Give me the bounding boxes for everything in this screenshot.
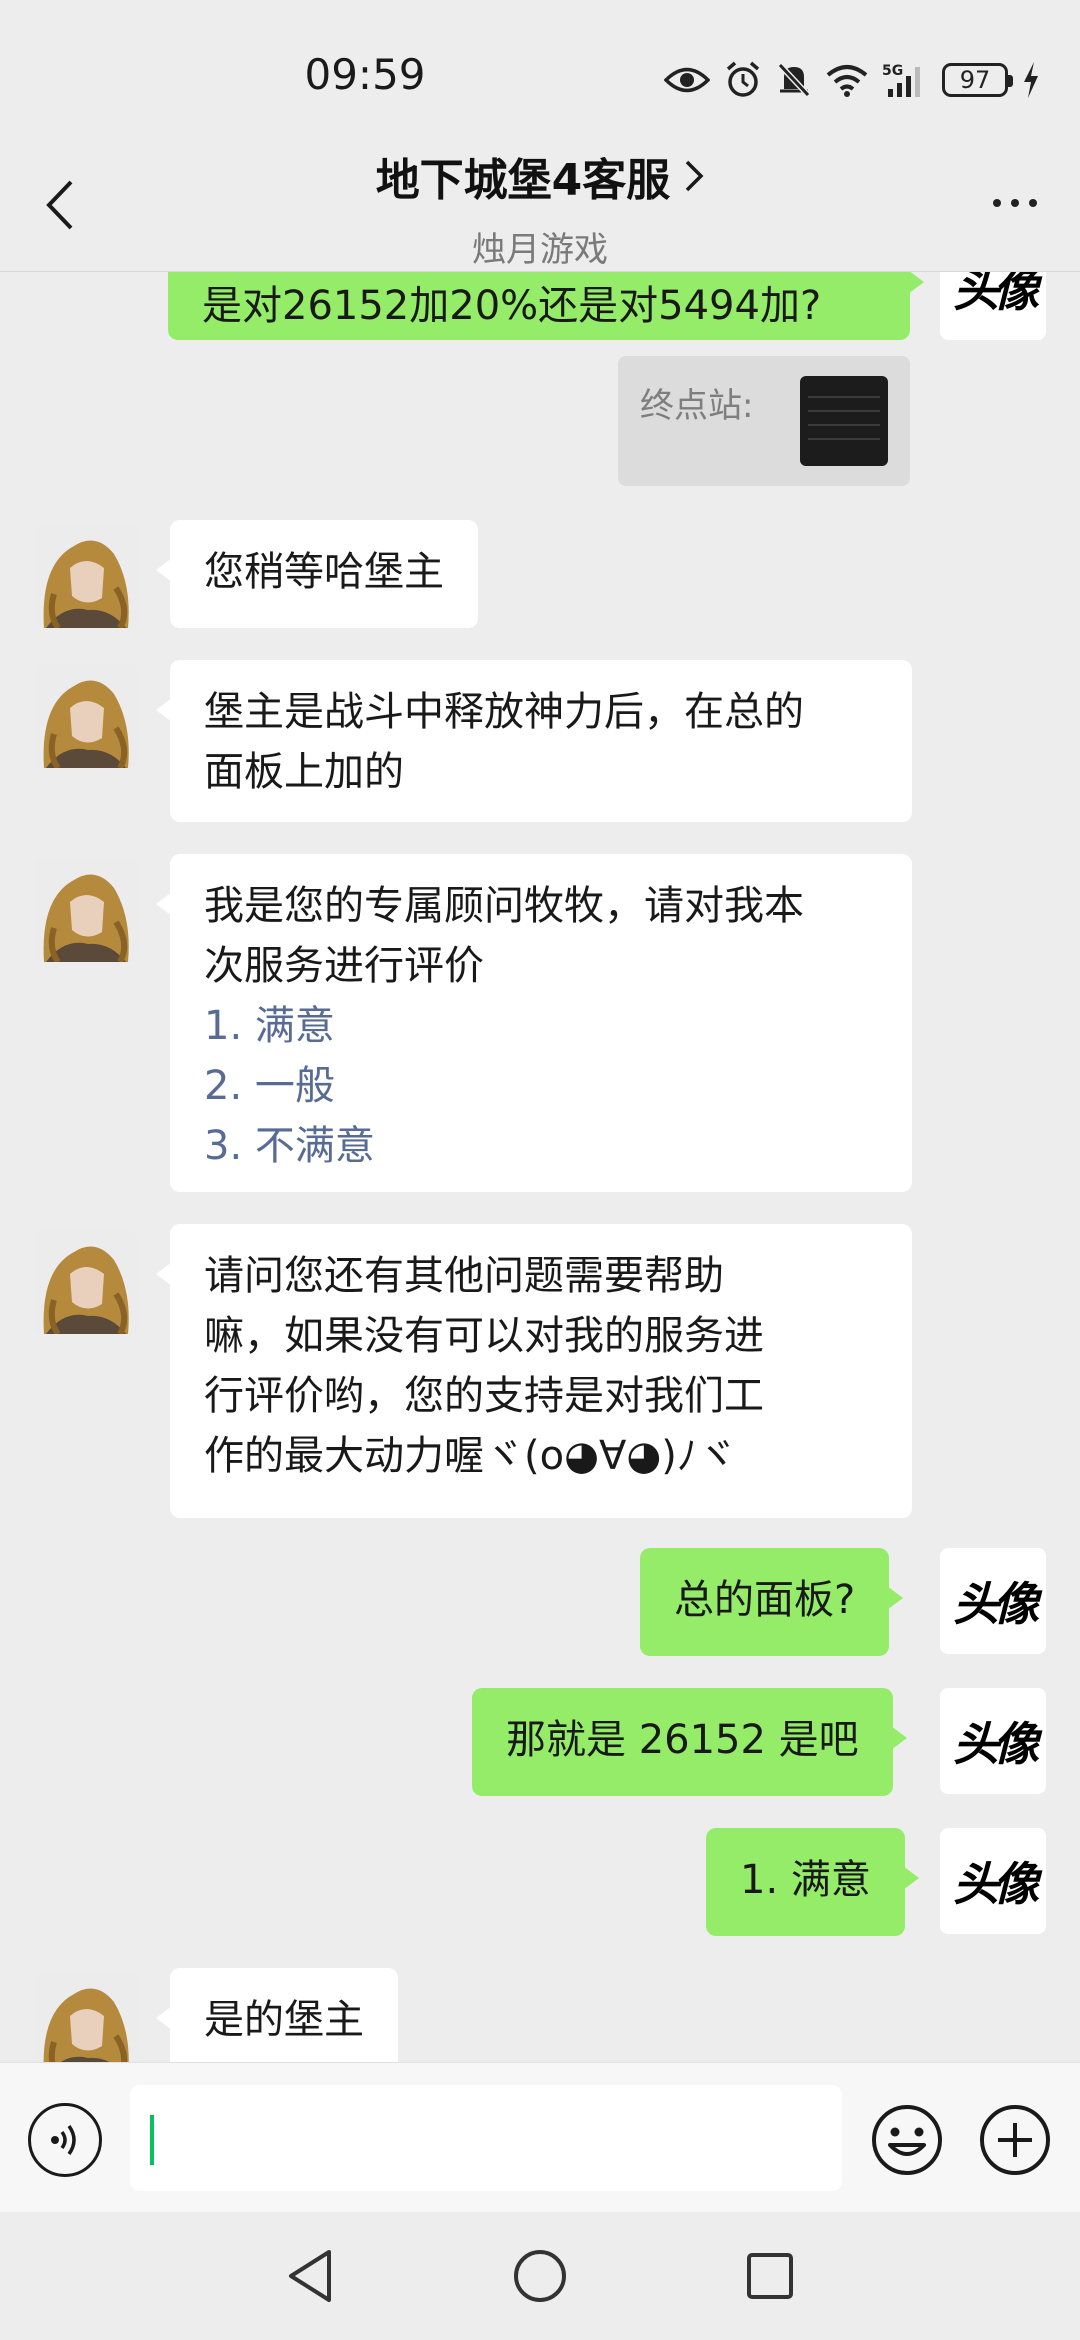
message-line: 面板上加的 (204, 749, 404, 795)
more-functions-button[interactable] (978, 2103, 1052, 2177)
message-line: 堡主是战斗中释放神力后，在总的 (204, 689, 804, 735)
message-input[interactable] (130, 2085, 842, 2191)
chat-message-list[interactable]: 是对26152加20%还是对5494加? 头像 终点站: 您稍等哈堡主 堡主是战… (0, 272, 1080, 2062)
rating-option-satisfied[interactable]: 1. 满意 (204, 996, 878, 1056)
nav-recents-button[interactable] (740, 2246, 800, 2306)
message-line: 我是您的专属顾问牧牧，请对我本 (204, 883, 804, 929)
message-bubble-sent[interactable]: 是对26152加20%还是对5494加? (168, 272, 924, 340)
wifi-icon (826, 65, 868, 97)
chat-title[interactable]: 地下城堡4客服 (376, 144, 705, 208)
message-text: 是的堡主 (204, 1997, 364, 2043)
message-line: 嘛，如果没有可以对我的服务进 (204, 1313, 764, 1359)
more-dot-icon (1029, 199, 1037, 207)
message-text: 那就是 26152 是吧 (506, 1717, 859, 1763)
more-dot-icon (993, 199, 1001, 207)
message-line: 作的最大动力喔ヾ(o◕∀◕)ﾉヾ (204, 1433, 737, 1479)
plus-circle-icon (980, 2105, 1050, 2175)
message-bubble-received[interactable]: 我是您的专属顾问牧牧，请对我本 次服务进行评价 1. 满意 2. 一般 3. 不… (156, 854, 912, 1192)
chevron-right-icon (686, 160, 704, 192)
text-caret (150, 2115, 154, 2165)
header-title-group[interactable]: 地下城堡4客服 烛月游戏 (0, 144, 1080, 271)
rating-option-average[interactable]: 2. 一般 (204, 1056, 878, 1116)
agent-avatar[interactable] (34, 1972, 138, 2062)
battery-level: 97 (959, 66, 991, 94)
my-avatar[interactable]: 头像 (940, 272, 1046, 340)
emoji-button[interactable] (870, 2103, 944, 2177)
nav-back-button[interactable] (280, 2246, 340, 2306)
agent-avatar[interactable] (34, 524, 138, 628)
chat-header: 地下城堡4客服 烛月游戏 (0, 140, 1080, 272)
input-bar (0, 2062, 1080, 2212)
status-icons: 5G 97 (664, 56, 1040, 104)
status-time: 09:59 (304, 50, 426, 99)
message-bubble-received[interactable]: 堡主是战斗中释放神力后，在总的 面板上加的 (156, 660, 912, 822)
avatar-text: 头像 (953, 272, 1039, 317)
agent-avatar-image (34, 858, 138, 962)
my-avatar[interactable]: 头像 (940, 1688, 1046, 1794)
message-bubble-sent[interactable]: 总的面板? (640, 1548, 904, 1656)
agent-avatar[interactable] (34, 1230, 138, 1334)
quote-image-thumbnail[interactable] (800, 376, 888, 466)
agent-avatar[interactable] (34, 664, 138, 768)
message-text: 总的面板? (674, 1577, 856, 1623)
agent-avatar-image (34, 1230, 138, 1334)
agent-avatar-image (34, 524, 138, 628)
triangle-back-icon (289, 2250, 331, 2302)
svg-text:5G: 5G (882, 63, 903, 79)
more-dot-icon (1011, 199, 1019, 207)
system-nav-bar (0, 2212, 1080, 2340)
circle-home-icon (514, 2250, 566, 2302)
more-options-button[interactable] (980, 188, 1050, 218)
chat-subtitle: 烛月游戏 (472, 230, 608, 270)
my-avatar[interactable]: 头像 (940, 1828, 1046, 1934)
alarm-icon (726, 61, 760, 97)
message-text: 是对26152加20%还是对5494加? (202, 283, 822, 329)
my-avatar[interactable]: 头像 (940, 1548, 1046, 1654)
message-line: 请问您还有其他问题需要帮助 (204, 1253, 724, 1299)
quote-label: 终点站: (640, 386, 754, 426)
battery-icon: 97 (942, 63, 1013, 97)
avatar-text: 头像 (953, 1717, 1039, 1771)
message-line: 行评价哟，您的支持是对我们工 (204, 1373, 764, 1419)
voice-icon (51, 2124, 76, 2156)
charging-icon (1024, 62, 1038, 98)
avatar-text: 头像 (953, 1857, 1039, 1911)
signal-5g-icon: 5G (882, 63, 920, 97)
message-bubble-sent[interactable]: 1. 满意 (706, 1828, 919, 1936)
status-bar: 09:59 5G 97 (0, 0, 1080, 140)
avatar-text: 头像 (953, 1577, 1039, 1631)
message-text: 1. 满意 (740, 1857, 871, 1903)
agent-avatar[interactable] (34, 858, 138, 962)
quoted-message-card[interactable]: 终点站: (618, 356, 910, 486)
mute-icon (777, 62, 811, 98)
message-bubble-sent[interactable]: 那就是 26152 是吧 (472, 1688, 907, 1796)
message-line: 次服务进行评价 (204, 943, 484, 989)
message-bubble-received[interactable]: 是的堡主 (156, 1968, 398, 2062)
agent-avatar-image (34, 664, 138, 768)
message-text: 您稍等哈堡主 (204, 549, 444, 595)
agent-avatar-image (34, 1972, 138, 2062)
message-bubble-received[interactable]: 您稍等哈堡主 (156, 520, 478, 628)
nav-home-button[interactable] (510, 2246, 570, 2306)
emoji-icon (872, 2105, 942, 2175)
message-bubble-received[interactable]: 请问您还有其他问题需要帮助 嘛，如果没有可以对我的服务进 行评价哟，您的支持是对… (156, 1224, 912, 1518)
voice-button[interactable] (28, 2103, 102, 2177)
square-recents-icon (747, 2253, 793, 2299)
chat-title-text: 地下城堡4客服 (375, 155, 671, 206)
rating-option-unsatisfied[interactable]: 3. 不满意 (204, 1116, 878, 1176)
eye-icon (664, 67, 710, 93)
